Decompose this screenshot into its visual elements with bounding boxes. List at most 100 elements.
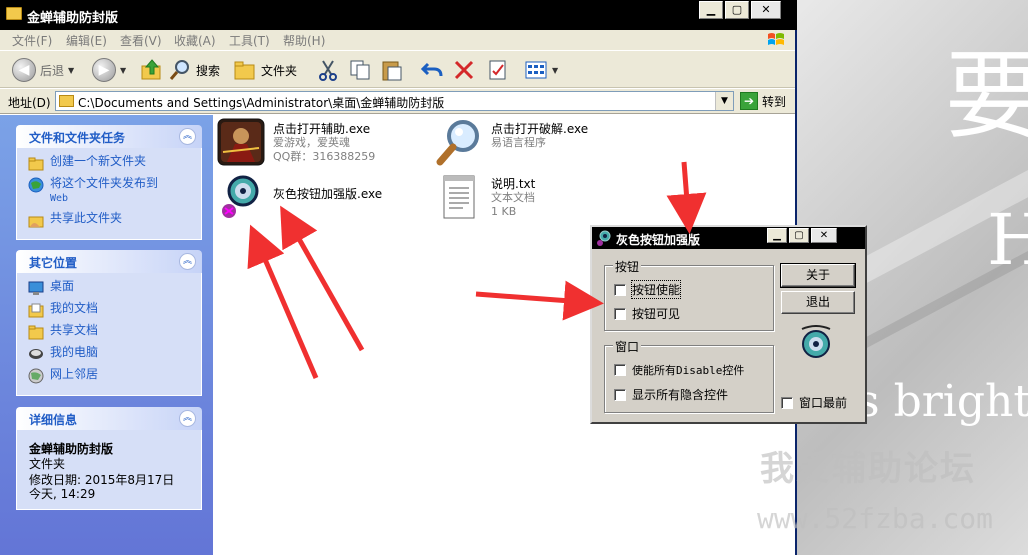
delete-x-icon <box>454 60 474 80</box>
folders-label: 文件夹 <box>261 63 298 78</box>
checkbox-box <box>781 396 793 409</box>
go-button[interactable]: ➔ 转到 <box>740 92 786 110</box>
checkbox-box <box>614 388 626 401</box>
forward-button[interactable]: ▶ ▼ <box>92 57 126 83</box>
enable-disabled-checkbox[interactable]: 使能所有Disable控件 <box>614 362 744 378</box>
back-button[interactable]: ◀ 后退 ▼ <box>12 57 74 83</box>
up-folder-icon <box>141 59 161 80</box>
close-button[interactable]: ✕ <box>811 228 837 243</box>
new-folder-icon <box>28 157 44 171</box>
chevron-down-icon: ▼ <box>120 65 127 75</box>
network-places-icon <box>28 368 44 384</box>
address-dropdown-button[interactable]: ▼ <box>715 92 733 110</box>
collapse-chevron-icon[interactable]: ︽ <box>179 410 196 427</box>
folder-icon <box>6 7 22 20</box>
topmost-checkbox[interactable]: 窗口最前 <box>781 394 847 411</box>
enable-disabled-label: 使能所有Disable控件 <box>632 364 745 377</box>
place-my-computer[interactable]: 我的电脑 <box>28 345 201 362</box>
close-button[interactable]: ✕ <box>751 1 781 19</box>
copy-icon <box>350 60 370 80</box>
menu-view[interactable]: 查看(V) <box>120 32 162 49</box>
place-my-documents[interactable]: 我的文档 <box>28 301 201 318</box>
collapse-chevron-icon[interactable]: ︽ <box>179 128 196 145</box>
checkbox-box <box>614 307 626 320</box>
file-item[interactable]: 点击打开破解.exe 易语言程序 <box>435 118 588 166</box>
disc-tool-icon <box>801 325 831 358</box>
file-name: 灰色按钮加强版.exe <box>273 187 383 201</box>
game-exe-icon <box>217 118 265 166</box>
cut-button[interactable] <box>316 57 340 83</box>
tool-window-title: 灰色按钮加强版 <box>616 233 701 247</box>
share-folder-icon <box>28 216 44 228</box>
file-name: 说明.txt <box>491 177 536 191</box>
place-label: 桌面 <box>50 279 75 293</box>
chevron-down-icon: ▼ <box>68 65 75 75</box>
search-button[interactable]: 搜索 <box>168 57 220 83</box>
menu-favorites[interactable]: 收藏(A) <box>174 32 216 49</box>
enable-button-checkbox[interactable]: 按钮使能 <box>614 280 682 299</box>
forward-arrow-icon: ▶ <box>92 58 116 82</box>
views-button[interactable]: ▼ <box>524 57 558 83</box>
text-file-icon <box>443 175 475 219</box>
details-header[interactable]: 详细信息 ︽ <box>16 407 202 430</box>
place-network[interactable]: 网上邻居 <box>28 367 201 384</box>
other-places-panel: 其它位置 ︽ 桌面 我的文档 共享文档 我的电脑 网上邻居 <box>16 250 202 396</box>
folders-button[interactable]: 文件夹 <box>233 57 297 83</box>
window-title: 金蝉辅助防封版 <box>27 11 119 26</box>
checkbox-box <box>614 283 626 296</box>
up-folder-button[interactable] <box>140 57 164 83</box>
address-bar: 地址(D) C:\Documents and Settings\Administ… <box>0 89 795 114</box>
details-modified: 修改日期: 2015年8月17日 <box>29 473 175 487</box>
menu-tools[interactable]: 工具(T) <box>229 32 270 49</box>
file-item[interactable]: 灰色按钮加强版.exe <box>217 173 382 221</box>
undo-button[interactable] <box>420 57 444 83</box>
file-item[interactable]: 点击打开辅助.exe 爱游戏，爱英魂 QQ群：316388259 <box>217 118 375 166</box>
task-new-folder[interactable]: 创建一个新文件夹 <box>28 154 201 171</box>
show-hidden-checkbox[interactable]: 显示所有隐含控件 <box>614 386 728 403</box>
delete-button[interactable] <box>452 57 476 83</box>
minimize-button[interactable]: ▁ <box>699 1 723 19</box>
maximize-button[interactable]: ▢ <box>725 1 749 19</box>
menu-file[interactable]: 文件(F) <box>12 32 52 49</box>
task-publish-web[interactable]: 将这个文件夹发布到 Web <box>28 176 201 206</box>
watermark-text: 我爱辅助论坛 <box>760 449 976 489</box>
task-label: 将这个文件夹发布到 Web <box>50 176 158 206</box>
place-desktop[interactable]: 桌面 <box>28 279 201 296</box>
address-label: 地址(D) <box>8 96 51 110</box>
menu-bar: 文件(F) 编辑(E) 查看(V) 收藏(A) 工具(T) 帮助(H) <box>0 30 795 50</box>
menu-edit[interactable]: 编辑(E) <box>66 32 107 49</box>
address-input[interactable]: C:\Documents and Settings\Administrator\… <box>55 91 734 111</box>
place-shared-documents[interactable]: 共享文档 <box>28 323 201 340</box>
file-item[interactable]: 说明.txt 文本文档 1 KB <box>435 173 535 221</box>
title-bar[interactable]: 金蝉辅助防封版 ▁ ▢ ✕ <box>0 0 797 30</box>
collapse-chevron-icon[interactable]: ︽ <box>179 253 196 270</box>
search-label: 搜索 <box>196 63 221 78</box>
checkbox-box <box>614 364 626 376</box>
tasks-panel-header[interactable]: 文件和文件夹任务 ︽ <box>16 125 202 148</box>
topmost-label: 窗口最前 <box>799 396 848 410</box>
properties-button[interactable] <box>486 57 510 83</box>
file-name: 点击打开辅助.exe <box>273 122 371 136</box>
maximize-button[interactable]: ▢ <box>789 228 809 243</box>
place-label: 共享文档 <box>50 323 99 337</box>
place-label: 我的文档 <box>50 301 99 315</box>
tool-title-bar[interactable]: 灰色按钮加强版 ▁ ▢ ✕ <box>592 227 865 249</box>
minimize-button[interactable]: ▁ <box>767 228 787 243</box>
task-share-folder[interactable]: 共享此文件夹 <box>28 211 201 228</box>
wallpaper-char: H <box>987 199 1028 281</box>
exit-button[interactable]: 退出 <box>781 291 855 314</box>
visible-button-checkbox[interactable]: 按钮可见 <box>614 305 680 322</box>
scissors-icon <box>319 60 337 81</box>
undo-icon <box>420 62 443 77</box>
task-pane: 文件和文件夹任务 ︽ 创建一个新文件夹 将这个文件夹发布到 Web 共享此文件夹 <box>0 115 213 555</box>
go-arrow-icon: ➔ <box>740 92 758 110</box>
about-button[interactable]: 关于 <box>780 263 856 288</box>
paste-button[interactable] <box>380 57 404 83</box>
disc-tool-exe-icon <box>222 175 259 218</box>
other-places-header[interactable]: 其它位置 ︽ <box>16 250 202 273</box>
publish-web-icon <box>28 177 44 193</box>
menu-help[interactable]: 帮助(H) <box>283 32 325 49</box>
copy-button[interactable] <box>348 57 372 83</box>
address-path: C:\Documents and Settings\Administrator\… <box>78 96 445 110</box>
show-hidden-label: 显示所有隐含控件 <box>632 388 729 402</box>
